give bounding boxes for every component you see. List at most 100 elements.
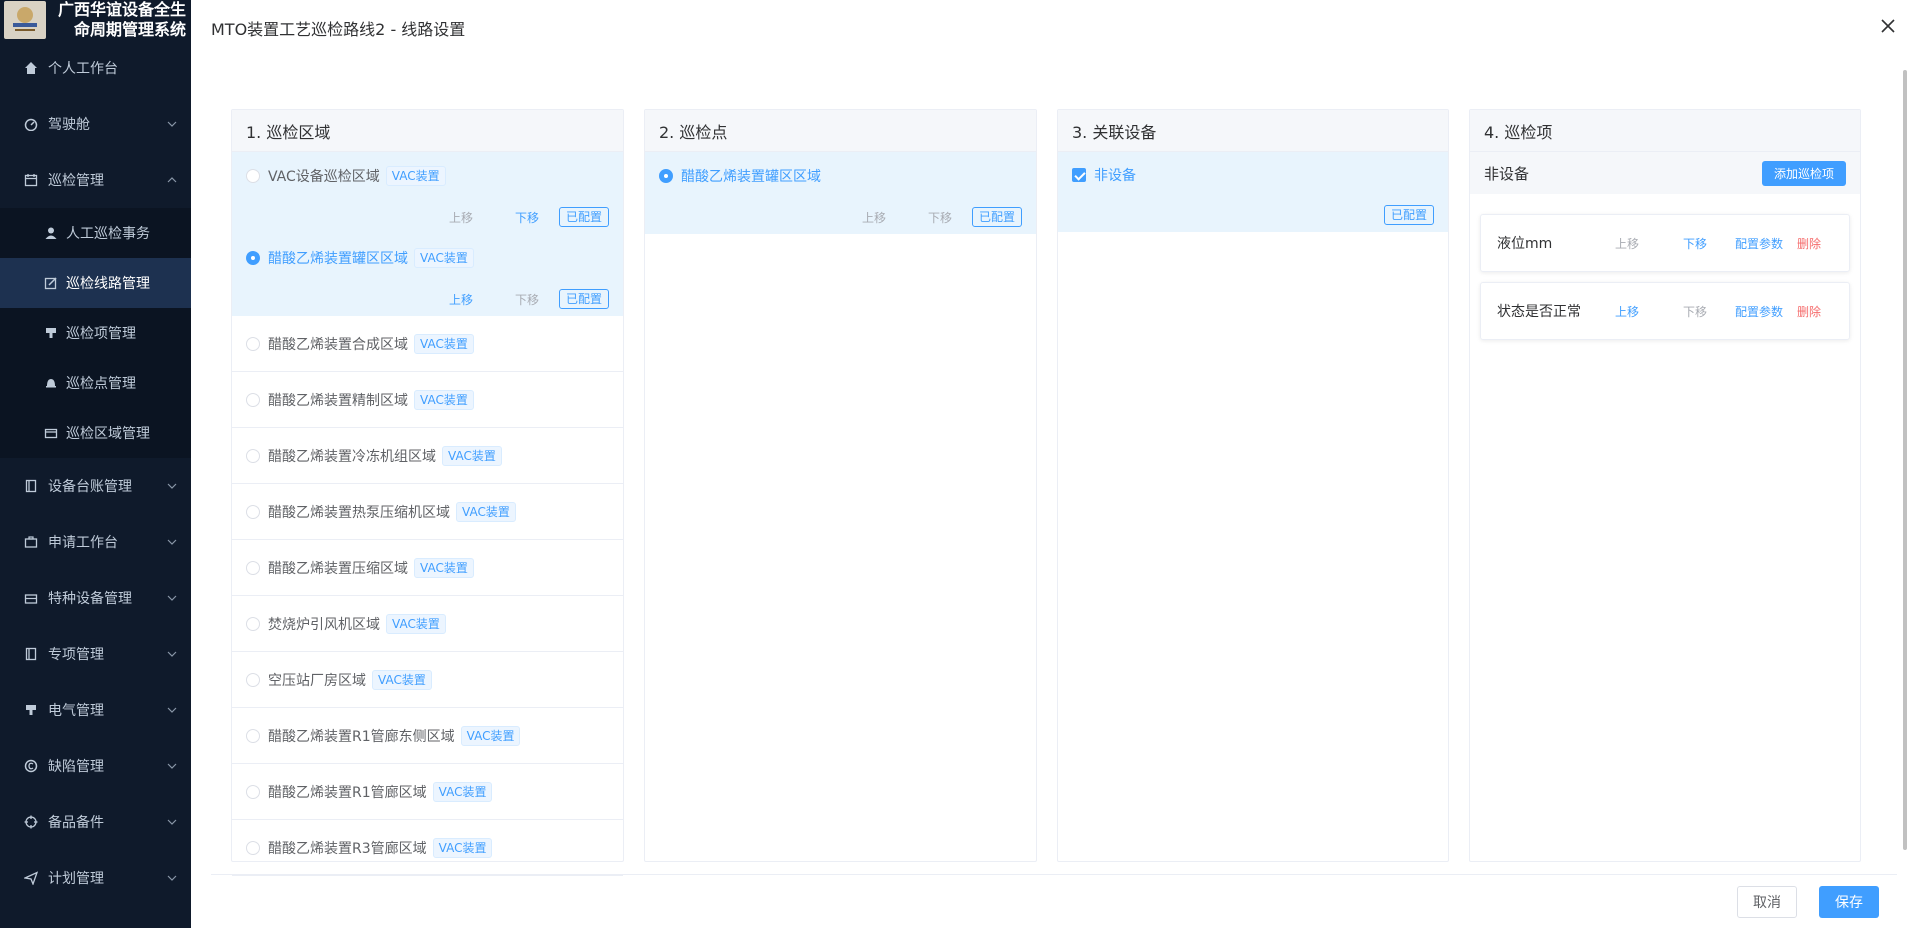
sidebar-item[interactable]: 特种设备管理 [0,570,191,626]
area-label: 醋酸乙烯装置冷冻机组区域 [268,448,436,465]
area-radio[interactable] [246,560,260,575]
close-icon[interactable] [1880,18,1896,34]
home-icon [24,61,38,75]
delete-button[interactable]: 删除 [1797,303,1821,320]
move-down-button[interactable]: 下移 [1683,303,1707,320]
sidebar-item[interactable]: 巡检管理 [0,152,191,208]
sidebar-item[interactable]: 缺陷管理 [0,738,191,794]
list-item[interactable]: VAC设备巡检区域 VAC装置 上移 下移 已配置 [232,152,623,234]
move-down-button[interactable]: 下移 [928,209,952,226]
config-params-button[interactable]: 配置参数 [1735,303,1783,320]
calendar-icon [24,173,38,187]
list-item[interactable]: 醋酸乙烯装置冷冻机组区域 VAC装置 [232,428,623,484]
area-tag: VAC装置 [372,669,432,690]
configured-button[interactable]: 已配置 [558,289,609,309]
list-item[interactable]: 醋酸乙烯装置热泵压缩机区域 VAC装置 [232,484,623,540]
list-item[interactable]: 醋酸乙烯装置R1管廊区域 VAC装置 [232,764,623,820]
device-checkbox[interactable] [1072,168,1086,182]
list-item[interactable]: 醋酸乙烯装置罐区区域 上移 下移 已配置 [645,152,1036,234]
area-radio[interactable] [246,728,260,743]
configured-button[interactable]: 已配置 [558,207,609,227]
briefcase-icon [24,535,38,549]
dialog-scrollbar[interactable] [1903,70,1907,850]
sidebar-item[interactable]: 驾驶舱 [0,96,191,152]
move-up-button[interactable]: 上移 [1615,235,1639,252]
config-params-button[interactable]: 配置参数 [1735,235,1783,252]
chevron-down-icon [167,763,177,769]
list-item[interactable]: 焚烧炉引风机区域 VAC装置 [232,596,623,652]
sidebar-item-label: 专项管理 [48,647,104,663]
move-up-button[interactable]: 上移 [449,209,473,226]
sidebar-subitem-label: 人工巡检事务 [66,226,150,242]
delete-button[interactable]: 删除 [1797,235,1821,252]
area-label: 醋酸乙烯装置热泵压缩机区域 [268,504,450,521]
stamp-icon [24,703,38,717]
sidebar-subitem[interactable]: 巡检区域管理 [0,408,191,458]
sidebar-item[interactable]: 备品备件 [0,794,191,850]
area-radio[interactable] [246,169,260,183]
list-item[interactable]: 醋酸乙烯装置压缩区域 VAC装置 [232,540,623,596]
area-radio[interactable] [246,251,260,265]
sidebar-item[interactable]: 设备台账管理 [0,458,191,514]
sidebar-item-label: 备品备件 [48,815,104,831]
sidebar-subitem-label: 巡检项管理 [66,326,136,342]
area-tag: VAC装置 [442,445,502,466]
list-item[interactable]: 空压站厂房区域 VAC装置 [232,652,623,708]
user-icon [44,226,58,240]
areas-panel-header: 1. 巡检区域 [232,110,623,152]
sidebar-item[interactable]: 专项管理 [0,626,191,682]
list-item[interactable]: 醋酸乙烯装置精制区域 VAC装置 [232,372,623,428]
move-up-button[interactable]: 上移 [1615,303,1639,320]
items-group-title: 非设备 [1484,164,1530,183]
area-tag: VAC装置 [414,248,474,268]
area-tag: VAC装置 [414,389,474,410]
area-label: 醋酸乙烯装置合成区域 [268,336,408,353]
chevron-down-icon [167,651,177,657]
list-item[interactable]: 醋酸乙烯装置合成区域 VAC装置 [232,316,623,372]
area-radio[interactable] [246,392,260,407]
app-root: 广西华谊设备全生命周期管理系统 个人工作台 驾驶舱 巡检管理人工巡检事务巡检线路管理… [0,0,1909,928]
inspection-item-label: 液位mm [1497,236,1553,252]
move-down-button[interactable]: 下移 [1683,235,1707,252]
configured-button[interactable]: 已配置 [1383,205,1434,225]
chevron-down-icon [167,707,177,713]
list-item[interactable]: 非设备 已配置 [1058,152,1448,232]
area-radio[interactable] [246,672,260,687]
cancel-button[interactable]: 取消 [1737,886,1797,918]
add-item-button[interactable]: 添加巡检项 [1761,160,1846,186]
brand: 广西华谊设备全生命周期管理系统 [0,0,191,40]
items-panel: 4. 巡检项 非设备 添加巡检项 液位mm 上移 下移 配置参数 删除 状态是否正常 上移下… [1469,109,1861,862]
list-item[interactable]: 醋酸乙烯装置R1管廊东侧区域 VAC装置 [232,708,623,764]
list-item[interactable]: 醋酸乙烯装置罐区区域 VAC装置 上移 下移 已配置 [232,234,623,316]
sidebar-item[interactable]: 个人工作台 [0,40,191,96]
sidebar-subitem[interactable]: 人工巡检事务 [0,208,191,258]
area-radio[interactable] [246,840,260,855]
sidebar-subitem-label: 巡检点管理 [66,376,136,392]
point-radio[interactable] [659,169,673,183]
points-panel-header: 2. 巡检点 [645,110,1036,152]
move-down-button[interactable]: 下移 [515,209,539,226]
list-item[interactable]: 醋酸乙烯装置R3管廊区域 VAC装置 [232,820,623,876]
sidebar-subitem[interactable]: 巡检线路管理 [0,258,191,308]
dialog-title: MTO装置工艺巡检路线2 - 线路设置 [211,20,466,39]
sidebar-subitem[interactable]: 巡检项管理 [0,308,191,358]
sidebar-item[interactable]: 计划管理 [0,850,191,906]
inspection-item-label: 状态是否正常 [1497,304,1581,320]
move-up-button[interactable]: 上移 [862,209,886,226]
save-button[interactable]: 保存 [1819,886,1879,918]
suitcase-icon [24,591,38,605]
area-radio[interactable] [246,448,260,463]
sidebar-item[interactable]: 申请工作台 [0,514,191,570]
area-label: 焚烧炉引风机区域 [268,616,380,633]
configured-button[interactable]: 已配置 [971,207,1022,227]
sidebar-item[interactable]: 电气管理 [0,682,191,738]
inspection-item-ops: 上移 下移 配置参数 删除 [1615,303,1821,320]
area-radio[interactable] [246,784,260,799]
area-radio[interactable] [246,336,260,351]
sidebar-subitem[interactable]: 巡检点管理 [0,358,191,408]
brand-logo [4,1,46,39]
move-down-button[interactable]: 下移 [515,291,539,308]
area-radio[interactable] [246,504,260,519]
move-up-button[interactable]: 上移 [449,291,473,308]
area-radio[interactable] [246,616,260,631]
